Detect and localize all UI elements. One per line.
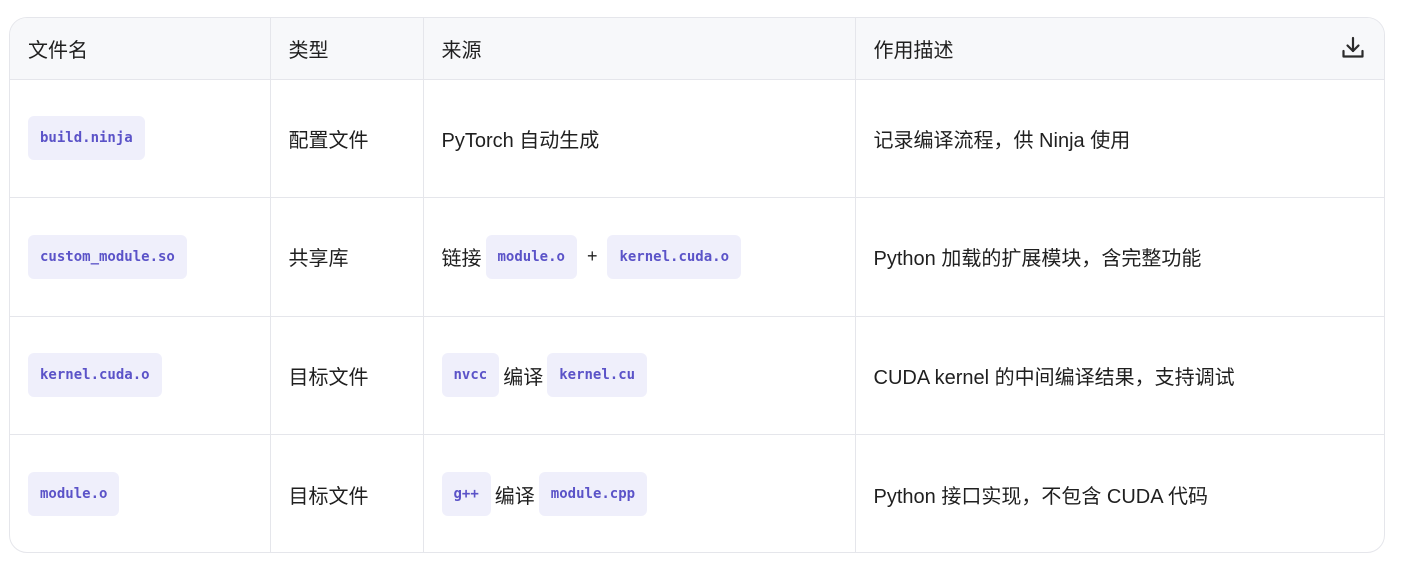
cell-filename: build.ninja — [10, 79, 271, 198]
source-text: PyTorch 自动生成 — [441, 129, 600, 152]
files-table: 文件名 类型 来源 作用描述 build.ninja 配置文件 PyTorch … — [9, 17, 1385, 553]
cell-filename: module.o — [10, 434, 271, 552]
table-header-row: 文件名 类型 来源 作用描述 — [10, 18, 1384, 80]
source-code-1: module.o — [485, 234, 577, 279]
header-type: 类型 — [270, 18, 424, 80]
source-code-2: module.cpp — [538, 472, 648, 516]
cell-source: 链接 module.o + kernel.cuda.o — [423, 197, 856, 317]
source-joiner: 编译 — [503, 366, 544, 389]
cell-source: g++ 编译 module.cpp — [423, 434, 856, 552]
cell-filename: custom_module.so — [10, 197, 271, 317]
table: 文件名 类型 来源 作用描述 build.ninja 配置文件 PyTorch … — [10, 18, 1384, 552]
cell-type: 配置文件 — [270, 79, 424, 198]
header-source: 来源 — [423, 18, 856, 80]
source-code-1: g++ — [441, 472, 491, 516]
cell-description: Python 加载的扩展模块，含完整功能 — [855, 197, 1384, 317]
cell-description: CUDA kernel 的中间编译结果，支持调试 — [855, 316, 1384, 435]
source-code-1: nvcc — [441, 353, 500, 398]
table-row: module.o 目标文件 g++ 编译 module.cpp Python 接… — [10, 434, 1384, 552]
header-description-label: 作用描述 — [873, 39, 954, 62]
table-row: build.ninja 配置文件 PyTorch 自动生成 记录编译流程，供 N… — [10, 79, 1384, 198]
cell-source: PyTorch 自动生成 — [423, 79, 856, 198]
cell-source: nvcc 编译 kernel.cu — [423, 316, 856, 435]
cell-type: 目标文件 — [270, 434, 424, 552]
cell-type: 共享库 — [270, 197, 424, 317]
filename-code: module.o — [28, 472, 120, 516]
source-joiner: + — [586, 246, 598, 267]
cell-filename: kernel.cuda.o — [10, 316, 271, 435]
table-row: kernel.cuda.o 目标文件 nvcc 编译 kernel.cu CUD… — [10, 316, 1384, 435]
cell-description: 记录编译流程，供 Ninja 使用 — [855, 79, 1384, 198]
filename-code: kernel.cuda.o — [28, 353, 162, 398]
source-code-2: kernel.cu — [547, 353, 648, 398]
header-description: 作用描述 — [855, 18, 1384, 80]
source-prefix: 链接 — [441, 248, 482, 271]
source-joiner: 编译 — [494, 485, 535, 508]
table-row: custom_module.so 共享库 链接 module.o + kerne… — [10, 197, 1384, 317]
download-icon[interactable] — [1340, 35, 1366, 61]
source-code-2: kernel.cuda.o — [607, 234, 742, 279]
cell-type: 目标文件 — [270, 316, 424, 435]
header-filename: 文件名 — [10, 18, 271, 80]
filename-code: build.ninja — [28, 116, 145, 161]
filename-code: custom_module.so — [28, 234, 187, 279]
cell-description: Python 接口实现，不包含 CUDA 代码 — [873, 485, 1209, 508]
